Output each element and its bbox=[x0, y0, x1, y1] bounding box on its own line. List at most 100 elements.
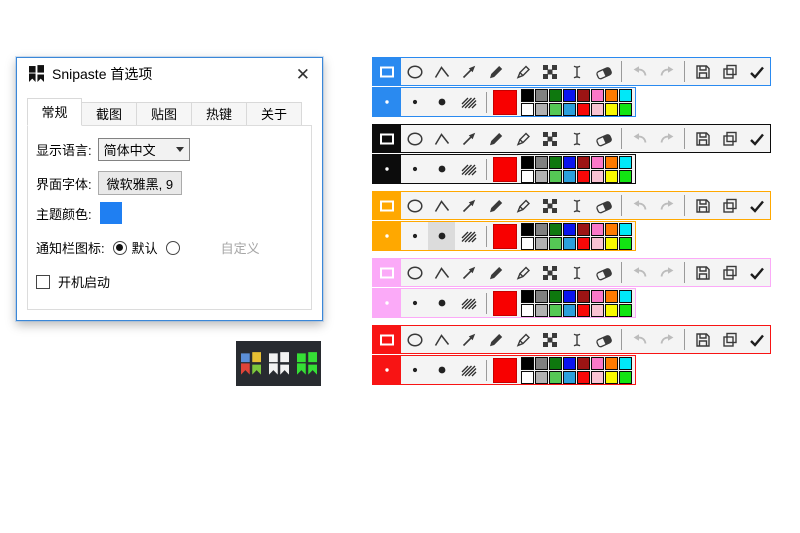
pencil-tool-icon[interactable] bbox=[482, 58, 509, 85]
palette-swatch[interactable] bbox=[577, 170, 590, 183]
polyline-tool-icon[interactable] bbox=[428, 192, 455, 219]
current-color-swatch[interactable] bbox=[493, 358, 517, 383]
size-medium-dot-icon[interactable] bbox=[428, 222, 455, 250]
size-medium-dot-icon[interactable] bbox=[428, 289, 455, 317]
text-tool-icon[interactable] bbox=[563, 326, 590, 353]
size-small-dot-icon[interactable] bbox=[401, 222, 428, 250]
polyline-tool-icon[interactable] bbox=[428, 326, 455, 353]
hatch-fill-icon[interactable] bbox=[455, 222, 482, 250]
tab-paste[interactable]: 贴图 bbox=[137, 102, 192, 126]
palette-swatch[interactable] bbox=[535, 89, 548, 102]
palette-swatch[interactable] bbox=[535, 371, 548, 384]
rectangle-tool-icon[interactable] bbox=[373, 192, 401, 219]
palette-swatch[interactable] bbox=[521, 371, 534, 384]
palette-swatch[interactable] bbox=[549, 290, 562, 303]
palette-swatch[interactable] bbox=[535, 290, 548, 303]
palette-swatch[interactable] bbox=[521, 103, 534, 116]
polyline-tool-icon[interactable] bbox=[428, 58, 455, 85]
hatch-fill-icon[interactable] bbox=[455, 356, 482, 384]
palette-swatch[interactable] bbox=[605, 237, 618, 250]
rectangle-tool-icon[interactable] bbox=[373, 125, 401, 152]
copy-icon[interactable] bbox=[716, 259, 743, 286]
palette-swatch[interactable] bbox=[563, 371, 576, 384]
current-size-dot-icon[interactable] bbox=[373, 88, 401, 116]
palette-swatch[interactable] bbox=[619, 357, 632, 370]
palette-swatch[interactable] bbox=[563, 290, 576, 303]
palette-swatch[interactable] bbox=[521, 237, 534, 250]
palette-swatch[interactable] bbox=[549, 170, 562, 183]
polyline-tool-icon[interactable] bbox=[428, 259, 455, 286]
current-color-swatch[interactable] bbox=[493, 90, 517, 115]
palette-swatch[interactable] bbox=[605, 170, 618, 183]
pencil-tool-icon[interactable] bbox=[482, 192, 509, 219]
current-color-swatch[interactable] bbox=[493, 157, 517, 182]
palette-swatch[interactable] bbox=[563, 304, 576, 317]
palette-swatch[interactable] bbox=[535, 357, 548, 370]
palette-swatch[interactable] bbox=[577, 357, 590, 370]
palette-swatch[interactable] bbox=[619, 304, 632, 317]
palette-swatch[interactable] bbox=[521, 170, 534, 183]
palette-swatch[interactable] bbox=[563, 357, 576, 370]
autostart-checkbox[interactable] bbox=[36, 275, 50, 289]
copy-icon[interactable] bbox=[716, 58, 743, 85]
font-button[interactable]: 微软雅黑, 9 bbox=[98, 171, 182, 195]
palette-swatch[interactable] bbox=[563, 89, 576, 102]
palette-swatch[interactable] bbox=[605, 89, 618, 102]
undo-icon[interactable] bbox=[626, 259, 653, 286]
palette-swatch[interactable] bbox=[549, 103, 562, 116]
text-tool-icon[interactable] bbox=[563, 259, 590, 286]
palette-swatch[interactable] bbox=[619, 223, 632, 236]
dialog-titlebar[interactable]: Snipaste 首选项 ✕ bbox=[17, 58, 322, 90]
redo-icon[interactable] bbox=[653, 125, 680, 152]
copy-icon[interactable] bbox=[716, 192, 743, 219]
eraser-tool-icon[interactable] bbox=[590, 58, 617, 85]
undo-icon[interactable] bbox=[626, 326, 653, 353]
save-icon[interactable] bbox=[689, 58, 716, 85]
palette-swatch[interactable] bbox=[577, 223, 590, 236]
palette-swatch[interactable] bbox=[605, 156, 618, 169]
mosaic-tool-icon[interactable] bbox=[536, 259, 563, 286]
palette-swatch[interactable] bbox=[535, 237, 548, 250]
marker-tool-icon[interactable] bbox=[509, 259, 536, 286]
palette-swatch[interactable] bbox=[563, 156, 576, 169]
save-icon[interactable] bbox=[689, 192, 716, 219]
palette-swatch[interactable] bbox=[549, 304, 562, 317]
palette-swatch[interactable] bbox=[605, 357, 618, 370]
tab-snip[interactable]: 截图 bbox=[82, 102, 137, 126]
palette-swatch[interactable] bbox=[577, 237, 590, 250]
palette-swatch[interactable] bbox=[577, 290, 590, 303]
palette-swatch[interactable] bbox=[591, 357, 604, 370]
palette-swatch[interactable] bbox=[535, 156, 548, 169]
close-icon[interactable]: ✕ bbox=[296, 66, 310, 83]
palette-swatch[interactable] bbox=[605, 304, 618, 317]
redo-icon[interactable] bbox=[653, 326, 680, 353]
ellipse-tool-icon[interactable] bbox=[401, 58, 428, 85]
rectangle-tool-icon[interactable] bbox=[373, 259, 401, 286]
marker-tool-icon[interactable] bbox=[509, 326, 536, 353]
palette-swatch[interactable] bbox=[619, 89, 632, 102]
palette-swatch[interactable] bbox=[591, 304, 604, 317]
save-icon[interactable] bbox=[689, 326, 716, 353]
palette-swatch[interactable] bbox=[563, 237, 576, 250]
palette-swatch[interactable] bbox=[521, 223, 534, 236]
ellipse-tool-icon[interactable] bbox=[401, 326, 428, 353]
tab-hotkeys[interactable]: 热键 bbox=[192, 102, 247, 126]
palette-swatch[interactable] bbox=[521, 290, 534, 303]
palette-swatch[interactable] bbox=[549, 371, 562, 384]
palette-swatch[interactable] bbox=[591, 170, 604, 183]
theme-color-swatch[interactable] bbox=[100, 202, 122, 224]
size-small-dot-icon[interactable] bbox=[401, 88, 428, 116]
palette-swatch[interactable] bbox=[535, 304, 548, 317]
confirm-icon[interactable] bbox=[743, 58, 770, 85]
palette-swatch[interactable] bbox=[619, 156, 632, 169]
pencil-tool-icon[interactable] bbox=[482, 125, 509, 152]
arrow-tool-icon[interactable] bbox=[455, 125, 482, 152]
confirm-icon[interactable] bbox=[743, 192, 770, 219]
confirm-icon[interactable] bbox=[743, 326, 770, 353]
palette-swatch[interactable] bbox=[535, 103, 548, 116]
redo-icon[interactable] bbox=[653, 58, 680, 85]
palette-swatch[interactable] bbox=[591, 89, 604, 102]
palette-swatch[interactable] bbox=[591, 290, 604, 303]
size-medium-dot-icon[interactable] bbox=[428, 88, 455, 116]
palette-swatch[interactable] bbox=[577, 103, 590, 116]
